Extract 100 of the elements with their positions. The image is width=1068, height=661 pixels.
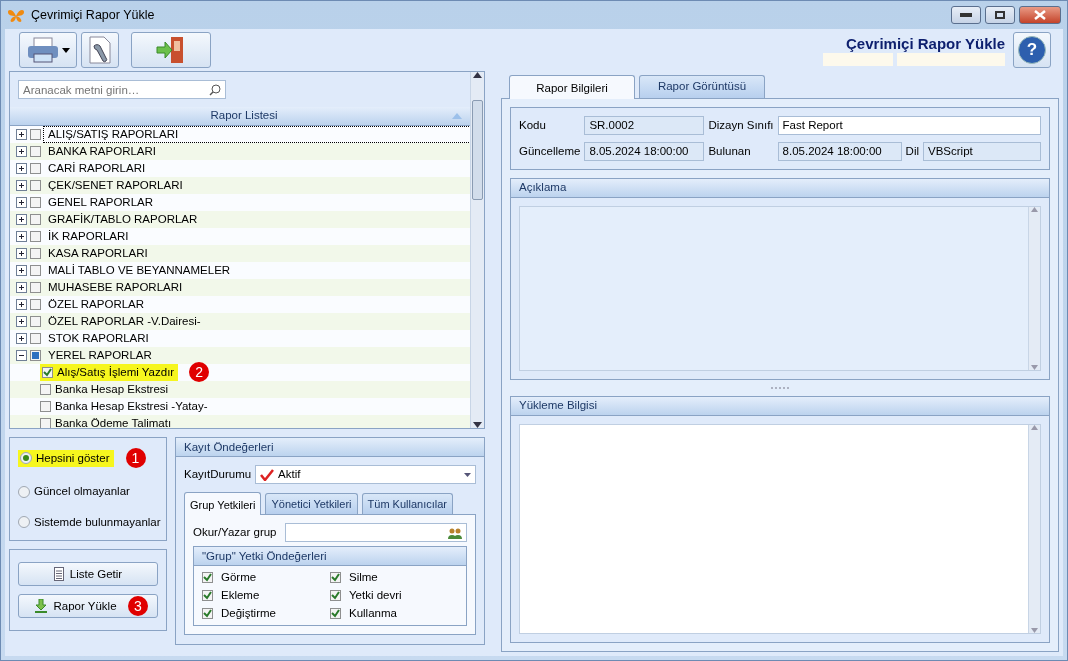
checkbox[interactable] bbox=[30, 213, 41, 225]
radio-button[interactable] bbox=[20, 452, 32, 465]
tab[interactable]: Rapor Görüntüsü bbox=[639, 75, 765, 98]
butterfly-icon bbox=[7, 8, 25, 23]
list-header[interactable]: Rapor Listesi bbox=[10, 107, 470, 126]
field-label: Okur/Yazar grup bbox=[193, 525, 277, 541]
checkbox[interactable] bbox=[202, 590, 213, 602]
splitter-grip-icon[interactable] bbox=[771, 386, 789, 389]
download-icon bbox=[35, 599, 48, 613]
checkbox[interactable] bbox=[30, 247, 41, 259]
sort-icon bbox=[452, 113, 462, 119]
plus-icon[interactable] bbox=[16, 315, 27, 327]
callout-badge: 1 bbox=[125, 448, 146, 469]
header-title: Çevrimiçi Rapor Yükle bbox=[846, 33, 1005, 54]
panel-title: Kayıt Öndeğerleri bbox=[176, 438, 484, 457]
radio-label[interactable]: Güncel olmayanlar bbox=[34, 484, 130, 499]
text-field[interactable]: Fast Report bbox=[777, 115, 1041, 135]
text-field[interactable]: SR.0002 bbox=[584, 115, 705, 135]
radio-button[interactable] bbox=[18, 485, 30, 498]
checkbox[interactable] bbox=[30, 332, 41, 344]
checkbox[interactable] bbox=[30, 349, 41, 361]
tab[interactable]: Rapor Bilgileri bbox=[509, 75, 635, 99]
close-icon bbox=[1034, 10, 1046, 20]
checkbox-label: Görme bbox=[221, 570, 257, 586]
radio-button[interactable] bbox=[18, 516, 30, 529]
caret-icon bbox=[62, 47, 70, 53]
group-field[interactable] bbox=[284, 523, 467, 543]
plus-icon[interactable] bbox=[16, 230, 27, 242]
text-field[interactable]: 8.05.2024 18:00:00 bbox=[777, 141, 902, 161]
status-field bbox=[823, 53, 893, 67]
field-label: Kodu bbox=[519, 117, 547, 133]
tree-item[interactable]: Alış/Satış İşlemi Yazdır bbox=[57, 364, 175, 380]
checkbox[interactable] bbox=[30, 264, 41, 276]
checkbox[interactable] bbox=[202, 572, 213, 584]
checkbox[interactable] bbox=[40, 383, 51, 395]
checkbox[interactable] bbox=[30, 298, 41, 310]
print-button[interactable] bbox=[19, 32, 77, 68]
action-button[interactable]: Liste Getir bbox=[18, 562, 158, 586]
checkbox[interactable] bbox=[40, 400, 51, 412]
checkbox[interactable] bbox=[40, 417, 51, 428]
search-icon bbox=[209, 84, 221, 96]
field-label: KayıtDurumu bbox=[184, 467, 252, 482]
section-title: Açıklama bbox=[511, 178, 1049, 198]
checkbox[interactable] bbox=[330, 572, 341, 584]
plus-icon[interactable] bbox=[16, 332, 27, 344]
checkmark-icon bbox=[260, 468, 275, 481]
callout-badge: 2 bbox=[189, 362, 210, 383]
plus-icon[interactable] bbox=[16, 162, 27, 174]
text-field[interactable]: 8.05.2024 18:00:00 bbox=[584, 141, 705, 161]
plus-icon[interactable] bbox=[16, 264, 27, 276]
checkbox[interactable] bbox=[30, 315, 41, 327]
checkbox[interactable] bbox=[30, 145, 41, 157]
status-dropdown[interactable]: Aktif bbox=[255, 465, 476, 484]
plus-icon[interactable] bbox=[16, 196, 27, 208]
report-settings-button[interactable] bbox=[81, 32, 119, 68]
scroll-down-icon bbox=[1031, 628, 1038, 633]
checkbox[interactable] bbox=[30, 162, 41, 174]
radio-label[interactable]: Sistemde bulunmayanlar bbox=[34, 515, 161, 530]
close-button[interactable] bbox=[1019, 6, 1061, 24]
search-field[interactable]: Aranacak metni girin… bbox=[18, 80, 226, 99]
scroll-up-icon bbox=[473, 72, 482, 78]
plus-icon[interactable] bbox=[16, 128, 27, 140]
field-label: Bulunan bbox=[708, 143, 752, 159]
plus-icon[interactable] bbox=[16, 145, 27, 157]
field-label: Dil bbox=[905, 143, 919, 159]
checkbox[interactable] bbox=[330, 608, 341, 620]
checkbox[interactable] bbox=[42, 366, 53, 378]
minus-icon[interactable] bbox=[16, 349, 27, 361]
group-title: "Grup" Yetki Öndeğerleri bbox=[194, 547, 466, 567]
plus-icon[interactable] bbox=[16, 298, 27, 310]
checkbox[interactable] bbox=[30, 128, 41, 140]
checkbox[interactable] bbox=[30, 281, 41, 293]
exit-button[interactable] bbox=[131, 32, 211, 68]
plus-icon[interactable] bbox=[16, 247, 27, 259]
document-wrench-icon bbox=[88, 36, 112, 64]
checkbox-label: Değiştirme bbox=[221, 606, 276, 622]
tab[interactable]: Yönetici Yetkileri bbox=[265, 493, 358, 515]
minimize-button[interactable] bbox=[951, 6, 981, 24]
tree-item[interactable]: İK RAPORLARI bbox=[44, 228, 133, 244]
checkbox[interactable] bbox=[30, 230, 41, 242]
plus-icon[interactable] bbox=[16, 213, 27, 225]
tab[interactable]: Tüm Kullanıcılar bbox=[361, 493, 454, 515]
plus-icon[interactable] bbox=[16, 281, 27, 293]
scrollbar[interactable] bbox=[470, 72, 484, 428]
checkbox-label: Silme bbox=[349, 570, 378, 586]
checkbox-label: Kullanma bbox=[349, 606, 397, 622]
field-label: Dizayn Sınıfı bbox=[708, 117, 774, 133]
scroll-thumb[interactable] bbox=[472, 100, 483, 200]
maximize-icon bbox=[995, 11, 1005, 19]
window-title: Çevrimiçi Rapor Yükle bbox=[31, 6, 155, 24]
checkbox[interactable] bbox=[202, 608, 213, 620]
text-field[interactable]: VBScript bbox=[923, 141, 1041, 161]
plus-icon[interactable] bbox=[16, 179, 27, 191]
checkbox[interactable] bbox=[330, 590, 341, 602]
checkbox[interactable] bbox=[30, 179, 41, 191]
minimize-icon bbox=[960, 13, 972, 17]
radio-label[interactable]: Hepsini göster bbox=[36, 450, 110, 466]
checkbox[interactable] bbox=[30, 196, 41, 208]
maximize-button[interactable] bbox=[985, 6, 1015, 24]
tab[interactable]: Grup Yetkileri bbox=[184, 492, 262, 516]
